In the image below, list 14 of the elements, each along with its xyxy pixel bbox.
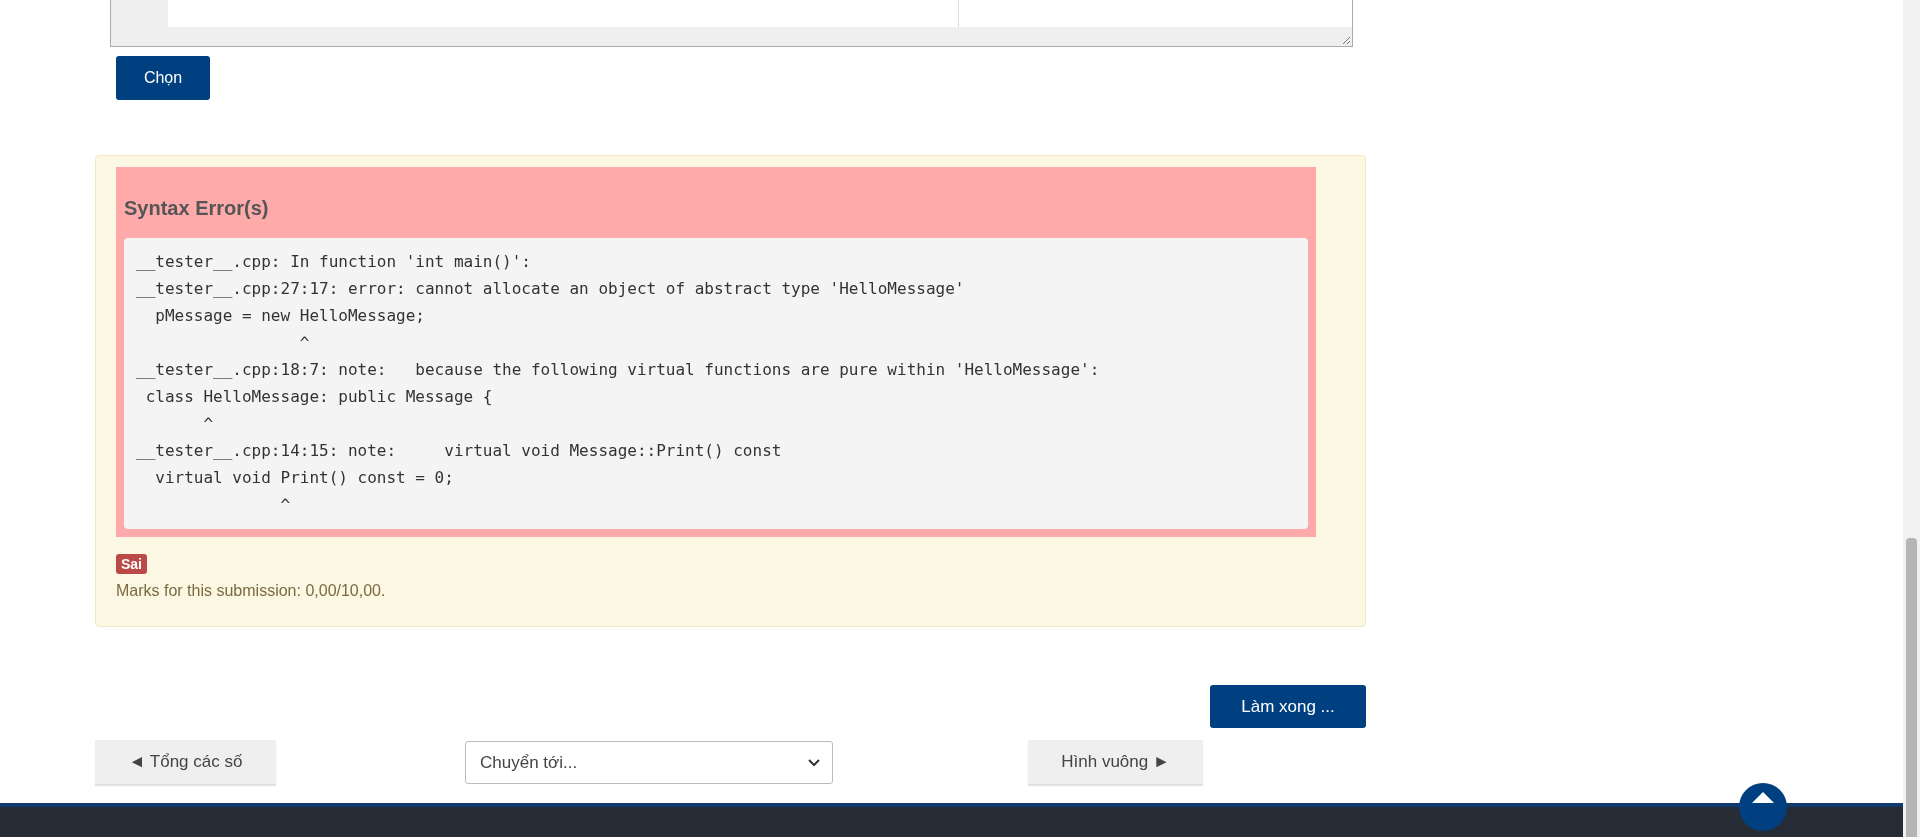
chevron-down-icon bbox=[808, 758, 820, 767]
choose-button[interactable]: Chọn bbox=[116, 56, 210, 100]
error-output: __tester__.cpp: In function 'int main()': __tester__.cpp:27:17: error: cannot allocate an object of abstract type 'HelloMessage' pMessage = new HelloMessage; ^ __tester__.cpp:18:7: note: because the following virtual functions are pure within 'HelloMessage': class HelloMessage: public Message { ^ __tester__.cpp:14:15: note: virtual void Message::Print() const virtual void Print() const = 0; ^ bbox=[124, 238, 1308, 529]
result-badge: Sai bbox=[116, 554, 147, 574]
scrollbar[interactable] bbox=[1903, 0, 1920, 837]
marks-text: Marks for this submission: 0,00/10,00. bbox=[116, 582, 387, 600]
resize-handle-icon[interactable] bbox=[1342, 36, 1351, 45]
error-title: Syntax Error(s) bbox=[124, 197, 269, 220]
previous-button[interactable]: ◄ Tổng các số bbox=[95, 740, 276, 785]
jump-select[interactable]: Chuyển tới... bbox=[465, 741, 833, 784]
next-button[interactable]: Hình vuông ► bbox=[1028, 740, 1203, 785]
back-to-top-button[interactable] bbox=[1739, 783, 1787, 831]
code-editor[interactable] bbox=[110, 0, 1353, 47]
finish-button[interactable]: Làm xong ... bbox=[1210, 685, 1366, 728]
